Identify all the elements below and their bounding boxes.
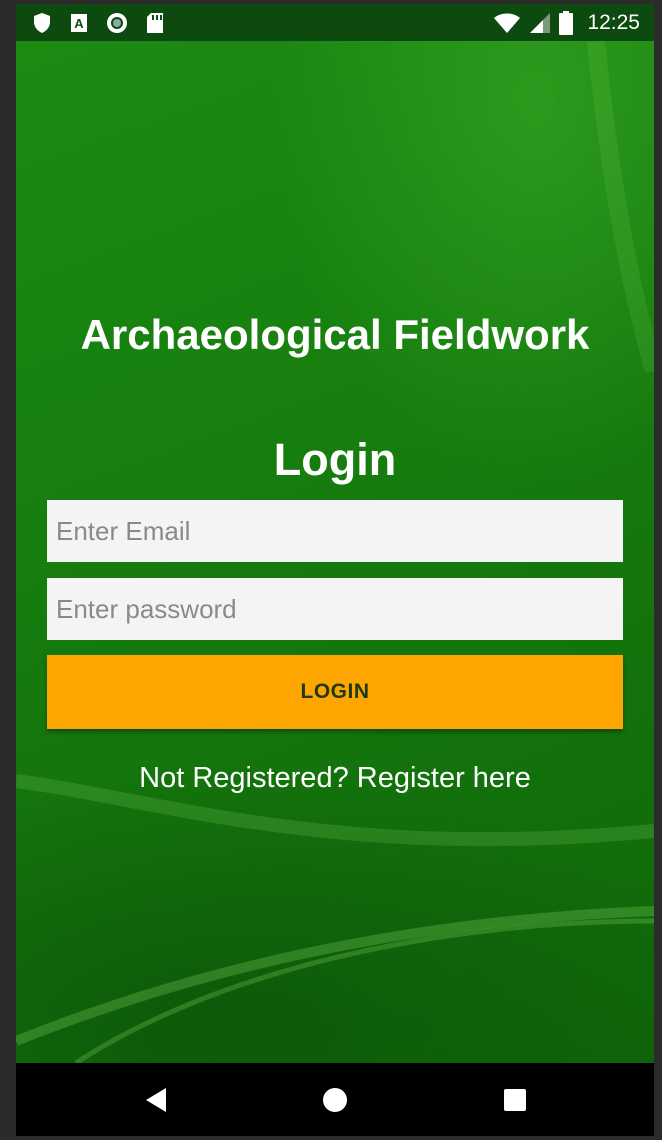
home-button[interactable] bbox=[295, 1063, 375, 1136]
password-field[interactable] bbox=[47, 578, 623, 640]
register-link[interactable]: Not Registered? Register here bbox=[16, 759, 654, 797]
record-icon bbox=[106, 12, 128, 34]
home-icon bbox=[322, 1087, 348, 1113]
status-system-icons: 12:25 bbox=[493, 4, 640, 41]
battery-icon bbox=[559, 10, 574, 35]
app-title: Archaeological Fieldwork bbox=[80, 311, 590, 358]
navigation-bar bbox=[16, 1063, 654, 1136]
device-frame: A 12:25 Archaeological Fieldwork Login E… bbox=[0, 0, 662, 1140]
back-button[interactable] bbox=[116, 1063, 196, 1136]
shield-icon bbox=[32, 12, 52, 34]
phone-screen: A 12:25 Archaeological Fieldwork Login E… bbox=[16, 4, 654, 1136]
recents-button[interactable] bbox=[475, 1063, 555, 1136]
status-time: 12:25 bbox=[587, 10, 640, 34]
status-notification-icons: A bbox=[32, 4, 164, 41]
email-field[interactable] bbox=[47, 500, 623, 562]
wifi-icon bbox=[493, 12, 521, 34]
login-screen: Archaeological Fieldwork Login LOGIN Not… bbox=[16, 41, 654, 1063]
a-box-icon: A bbox=[70, 13, 88, 33]
login-button[interactable]: LOGIN bbox=[47, 655, 623, 729]
recents-icon bbox=[503, 1088, 527, 1112]
login-heading: Login bbox=[273, 434, 397, 485]
sd-card-icon bbox=[146, 12, 164, 34]
back-icon bbox=[144, 1087, 168, 1113]
cell-signal-icon bbox=[529, 12, 551, 34]
svg-text:A: A bbox=[74, 16, 84, 31]
status-bar: A 12:25 bbox=[16, 4, 654, 41]
